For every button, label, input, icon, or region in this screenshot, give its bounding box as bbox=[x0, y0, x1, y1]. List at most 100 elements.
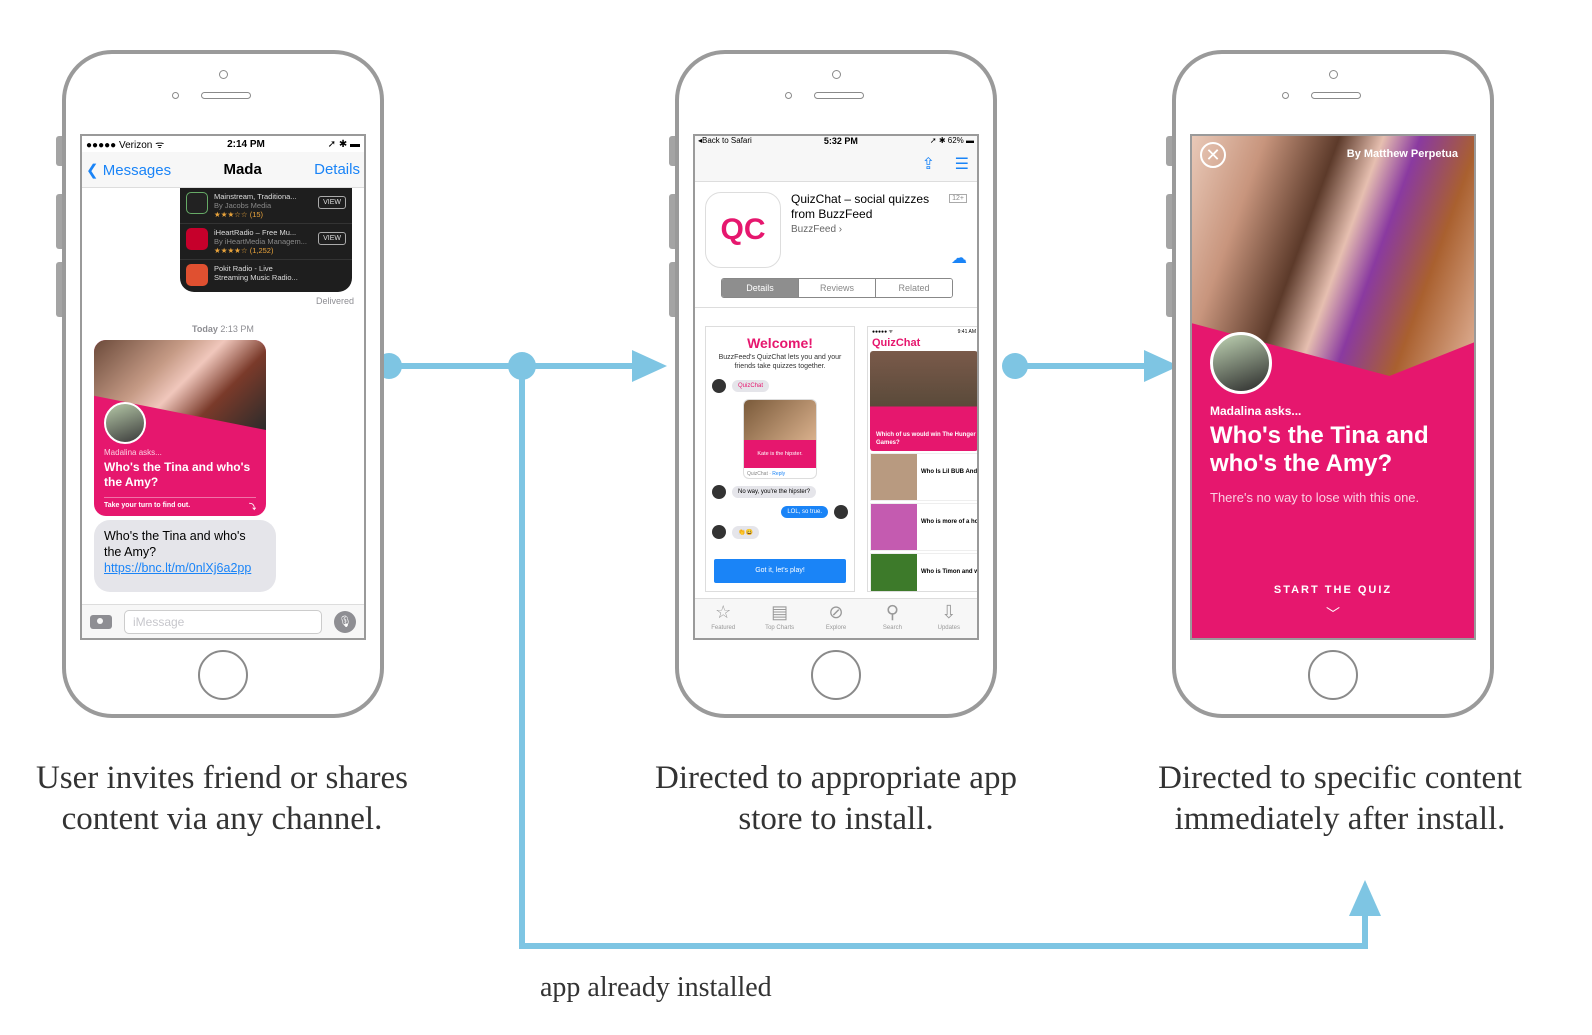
quizchat-label: QuizChat bbox=[732, 380, 770, 392]
speaker-icon bbox=[201, 92, 251, 99]
bypass-label: app already installed bbox=[540, 972, 772, 1003]
tab-reviews[interactable]: Reviews bbox=[799, 279, 876, 297]
mini-quiz-card: Kate is the hipster. QuizChat · Reply bbox=[743, 399, 817, 479]
status-icons: ➚ ✱ 62% ▬ bbox=[929, 136, 974, 145]
welcome-title: Welcome! bbox=[747, 335, 813, 351]
tab-explore[interactable]: ⊘ Explore bbox=[808, 599, 864, 638]
view-button[interactable]: VIEW bbox=[318, 196, 346, 209]
tab-details[interactable]: Details bbox=[722, 279, 799, 297]
share-icon[interactable]: ⇪ bbox=[922, 154, 935, 174]
back-to-safari-link[interactable]: ◂Back to Safari bbox=[698, 136, 752, 150]
message-link[interactable]: https://bnc.lt/m/0nlXj6a2pp bbox=[104, 561, 251, 575]
phone-messages: ●●●●● Verizon ᯤ 2:14 PM ➚ ✱ ▬ ❮ Messages… bbox=[56, 50, 384, 718]
tab-top-charts[interactable]: ▤ Top Charts bbox=[751, 599, 807, 638]
hero-quiz: Which of us would win The Hunger Games? bbox=[870, 351, 977, 451]
turn-arrow-icon: ⤵ bbox=[249, 504, 256, 511]
iheartradio-icon bbox=[186, 228, 208, 250]
caption-line: store to install. bbox=[738, 801, 934, 837]
view-button[interactable]: VIEW bbox=[318, 232, 346, 245]
back-button[interactable]: ❮ Messages bbox=[86, 161, 171, 179]
hero-quiz-title: Which of us would win The Hunger Games? bbox=[876, 432, 976, 446]
status-time: 2:14 PM bbox=[227, 138, 265, 150]
screenshot-quiz-list[interactable]: ●●●●● ᯤ 9:41 AM QuizChat Which of us woul… bbox=[867, 326, 977, 592]
microphone-icon[interactable]: 🎙 bbox=[334, 610, 356, 633]
caption-line: immediately after install. bbox=[1174, 801, 1506, 837]
app-store-header: ◂Back to Safari 5:32 PM ➚ ✱ 62% ▬ ⇪ ☰ bbox=[695, 136, 977, 182]
lets-play-button: Got it, let's play! bbox=[714, 559, 846, 583]
app-store-tab-bar: ☆ Featured ▤ Top Charts ⊘ Explore ⚲ Search ⇩… bbox=[695, 598, 977, 638]
phone-quiz-content: ✕ By Matthew Perpetua Madalina asks... W… bbox=[1166, 50, 1494, 718]
app-icon bbox=[186, 192, 208, 214]
mini-card-footer: QuizChat · Reply bbox=[747, 471, 786, 477]
app-name: Pokit Radio - Live bbox=[214, 264, 273, 273]
chat-message: No way, you're the hipster? bbox=[732, 486, 817, 498]
cloud-download-icon[interactable]: ☁ bbox=[951, 248, 967, 268]
app-list-message[interactable]: Mainstream, Traditiona... By Jacobs Media… bbox=[180, 188, 352, 292]
app-list-item[interactable]: Pokit Radio - Live Streaming Music Radio.… bbox=[180, 260, 352, 296]
screenshot-welcome[interactable]: Welcome! BuzzFeed's QuizChat lets you an… bbox=[705, 326, 855, 592]
home-button[interactable] bbox=[811, 650, 861, 700]
timestamp-time: 2:13 PM bbox=[220, 324, 254, 334]
quiz-card-message[interactable]: Madalina asks... Who's the Tina and who'… bbox=[94, 340, 266, 516]
list-icon[interactable]: ☰ bbox=[955, 154, 969, 174]
chat-row: No way, you're the hipster? bbox=[712, 485, 848, 499]
home-button[interactable] bbox=[1308, 650, 1358, 700]
flow-arrow-to-store bbox=[632, 350, 667, 382]
avatar bbox=[712, 379, 726, 393]
welcome-description: BuzzFeed's QuizChat lets you and your fr… bbox=[718, 354, 842, 370]
tab-featured[interactable]: ☆ Featured bbox=[695, 599, 751, 638]
details-button[interactable]: Details bbox=[314, 161, 360, 178]
reply-link: Reply bbox=[772, 471, 786, 477]
app-name: iHeartRadio – Free Mu... bbox=[214, 228, 297, 237]
quizchat-logo: QuizChat bbox=[872, 337, 921, 349]
start-quiz-button[interactable]: START THE QUIZ bbox=[1192, 584, 1474, 596]
imessage-input[interactable]: iMessage bbox=[124, 609, 322, 634]
quiz-list-item: Who is Timon and who is Pumbaa? bbox=[870, 553, 977, 591]
quizchat-label: QuizChat bbox=[747, 471, 768, 477]
chevron-down-icon[interactable]: ﹀ bbox=[1192, 604, 1474, 624]
side-button bbox=[669, 194, 675, 249]
close-icon[interactable]: ✕ bbox=[1200, 142, 1226, 168]
phone-app-store: ◂Back to Safari 5:32 PM ➚ ✱ 62% ▬ ⇪ ☰ QC… bbox=[669, 50, 997, 718]
chat-row: 👏😀 bbox=[712, 525, 848, 539]
message-input-bar: iMessage 🎙 bbox=[82, 604, 364, 638]
tab-label: Search bbox=[882, 625, 902, 631]
home-button[interactable] bbox=[198, 650, 248, 700]
quiz-card-cta: Take your turn to find out. bbox=[104, 502, 191, 509]
quizchat-app-icon: QC bbox=[705, 192, 781, 268]
quiz-thumbnail bbox=[871, 454, 917, 500]
tab-search[interactable]: ⚲ Search bbox=[864, 599, 920, 638]
sensor-icon bbox=[172, 92, 179, 99]
app-title: QuizChat – social quizzes from BuzzFeed bbox=[791, 192, 930, 221]
side-button bbox=[669, 262, 675, 317]
avatar bbox=[834, 505, 848, 519]
status-signal: ●●●●● ᯤ bbox=[872, 329, 894, 335]
quiz-asker: Madalina asks... bbox=[104, 448, 162, 457]
status-time: 5:32 PM bbox=[823, 136, 858, 146]
download-icon: ⇩ bbox=[941, 602, 957, 622]
chat-row: QuizChat bbox=[712, 379, 848, 393]
status-bar: ◂Back to Safari 5:32 PM ➚ ✱ 62% ▬ bbox=[695, 136, 977, 150]
developer-link[interactable]: BuzzFeed › bbox=[791, 224, 842, 235]
pokit-radio-icon bbox=[186, 264, 208, 286]
age-rating-badge: 12+ bbox=[949, 194, 967, 203]
app-list-item[interactable]: iHeartRadio – Free Mu... By iHeartMedia M… bbox=[180, 224, 352, 260]
app-developer: Streaming Music Radio... bbox=[214, 273, 298, 282]
compass-icon: ⊘ bbox=[828, 602, 844, 622]
message-text: Who's the Tina and who's the Amy? bbox=[104, 529, 246, 559]
avatar bbox=[712, 525, 726, 539]
caption-step-2: Directed to appropriate app store to ins… bbox=[636, 758, 1036, 840]
caption-step-1: User invites friend or shares content vi… bbox=[12, 758, 432, 840]
tab-updates[interactable]: ⇩ Updates bbox=[921, 599, 977, 638]
quiz-list-item: Who Is Lil BUB And Who Is Grumpy Cat? bbox=[870, 453, 977, 501]
side-button bbox=[1166, 136, 1172, 166]
quiz-list-item: Who is more of a hot mess? bbox=[870, 503, 977, 551]
quiz-landing: ✕ By Matthew Perpetua Madalina asks... W… bbox=[1192, 136, 1474, 638]
app-list-item[interactable]: Mainstream, Traditiona... By Jacobs Media… bbox=[180, 188, 352, 224]
sensor-icon bbox=[1282, 92, 1289, 99]
tab-related[interactable]: Related bbox=[876, 279, 952, 297]
quiz-subtitle: There's no way to lose with this one. bbox=[1210, 490, 1420, 505]
caption-line: content via any channel. bbox=[61, 801, 383, 837]
camera-icon[interactable] bbox=[90, 614, 112, 629]
caption-step-3: Directed to specific content immediately… bbox=[1130, 758, 1550, 840]
